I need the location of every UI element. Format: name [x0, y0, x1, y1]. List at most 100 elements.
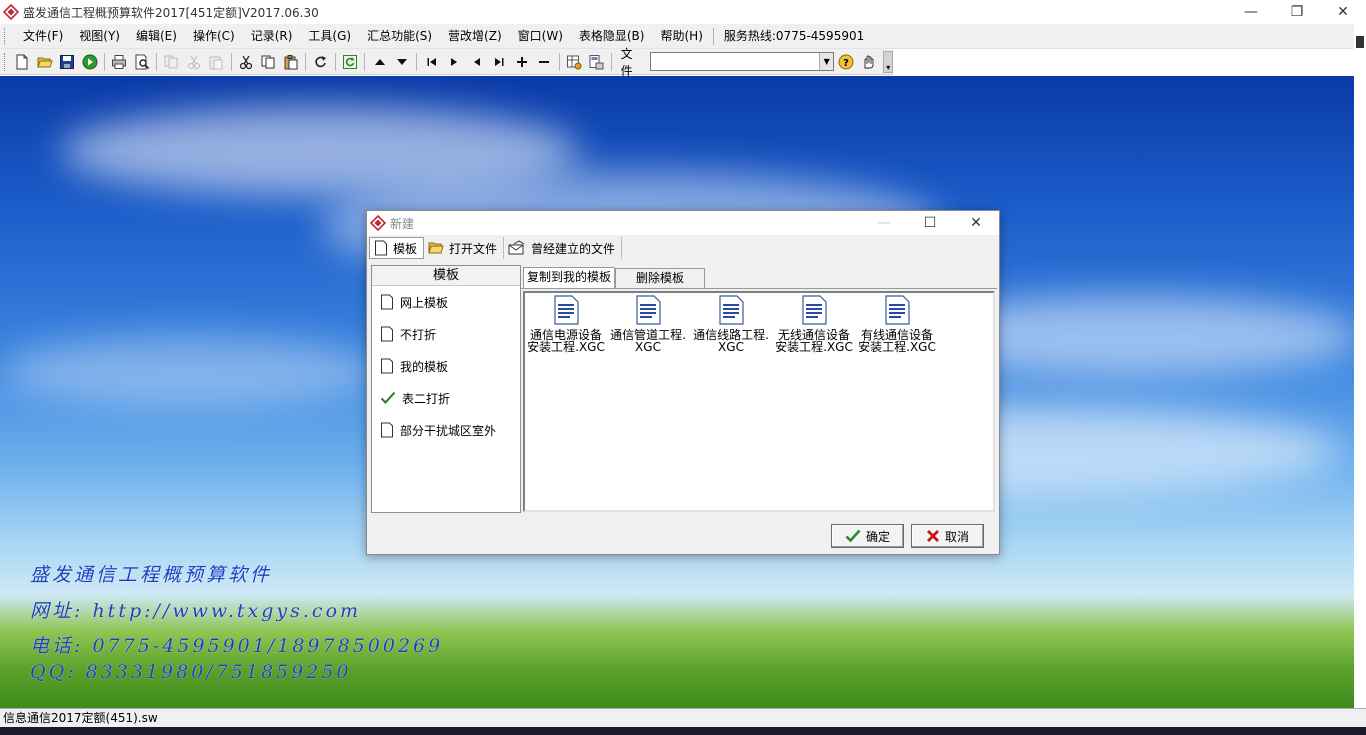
checkmark-icon: [845, 529, 861, 543]
cancel-button[interactable]: 取消: [911, 524, 984, 548]
toolbar-file-label: 文件: [620, 46, 633, 78]
toolbar-overflow-icon[interactable]: ▾: [883, 50, 894, 73]
toolbar-grip[interactable]: [4, 52, 7, 71]
taskbar-strip: [0, 727, 1366, 735]
new-dialog: 新建 — ☐ ✕ 模板 打开文件 曾经建立的文件 模板 网上模板 不打折 我的模…: [366, 210, 1000, 555]
menu-vat[interactable]: 营改增(Z): [440, 24, 510, 49]
help-icon[interactable]: ?: [834, 51, 857, 73]
move-down-icon[interactable]: [391, 51, 414, 73]
app-logo-icon: [370, 215, 386, 231]
category-table2-discount[interactable]: 表二打折: [372, 382, 520, 414]
menu-grip[interactable]: [4, 27, 7, 45]
prev-record-icon[interactable]: [465, 51, 488, 73]
delete-record-icon[interactable]: [533, 51, 556, 73]
category-no-discount[interactable]: 不打折: [372, 318, 520, 350]
next-record-icon[interactable]: [443, 51, 466, 73]
document-icon: [381, 358, 393, 374]
menu-record[interactable]: 记录(R): [243, 24, 301, 49]
menu-summary[interactable]: 汇总功能(S): [359, 24, 440, 49]
template-file-power-equipment[interactable]: 通信电源设备 安装工程.XGC: [525, 295, 607, 353]
menu-view[interactable]: 视图(Y): [71, 24, 128, 49]
promo-phone: 电话: 0775-4595901/18978500269: [30, 635, 444, 657]
document-template-icon: [554, 295, 579, 325]
envelope-icon: [508, 240, 525, 255]
copy-icon[interactable]: [257, 51, 280, 73]
add-record-icon[interactable]: [510, 51, 533, 73]
cut-disabled-icon[interactable]: [183, 51, 206, 73]
tab-recent-files[interactable]: 曾经建立的文件: [504, 237, 623, 259]
menu-operate[interactable]: 操作(C): [185, 24, 243, 49]
template-file-wired-equipment[interactable]: 有线通信设备 安装工程.XGC: [856, 295, 938, 353]
category-list-header: 模板: [372, 266, 520, 286]
refresh-icon[interactable]: [339, 51, 362, 73]
close-icon: [926, 530, 939, 542]
template-files-panel: 复制到我的模板 删除模板 通信电源设备 安装工程.XGC 通信管道工程. XGC…: [521, 265, 997, 513]
print-icon[interactable]: [108, 51, 131, 73]
category-urban-outdoor[interactable]: 部分干扰城区室外: [372, 414, 520, 446]
tab-open-file[interactable]: 打开文件: [424, 237, 505, 259]
hand-pointer-icon[interactable]: [857, 51, 880, 73]
promo-website: 网址: http://www.txgys.com: [30, 600, 362, 622]
menu-separator: [712, 27, 714, 45]
table-settings-icon[interactable]: [563, 51, 586, 73]
first-record-icon[interactable]: [420, 51, 443, 73]
copy-disabled-icon[interactable]: [160, 51, 183, 73]
chevron-down-icon[interactable]: ▼: [819, 53, 834, 70]
dialog-minimize-button: —: [877, 215, 891, 231]
status-bar: 信息通信2017定额(451).sw: [0, 708, 1366, 727]
save-icon[interactable]: [56, 51, 79, 73]
document-template-icon: [885, 295, 910, 325]
cut-icon[interactable]: [235, 51, 258, 73]
print-preview-icon[interactable]: [131, 51, 154, 73]
hotline-text: 服务热线:0775-4595901: [723, 28, 865, 43]
document-icon: [381, 294, 393, 310]
template-file-grid: 通信电源设备 安装工程.XGC 通信管道工程. XGC 通信线路工程. XGC …: [523, 291, 995, 512]
document-icon: [375, 240, 387, 256]
right-scroll-strip[interactable]: [1354, 24, 1366, 708]
paste-icon[interactable]: [280, 51, 303, 73]
category-online-templates[interactable]: 网上模板: [372, 286, 520, 318]
app-logo-icon: [3, 4, 19, 20]
svg-text:?: ?: [843, 58, 849, 69]
document-template-icon: [636, 295, 661, 325]
dialog-title-bar[interactable]: 新建 — ☐ ✕: [367, 211, 999, 235]
paste-disabled-icon[interactable]: [205, 51, 228, 73]
template-file-wireless-equipment[interactable]: 无线通信设备 安装工程.XGC: [773, 295, 855, 353]
folder-open-icon: [428, 242, 444, 254]
menu-file[interactable]: 文件(F): [15, 24, 71, 49]
file-combobox[interactable]: ▼: [650, 52, 835, 71]
toolbar: 文件 ▼ ? ▾: [0, 47, 894, 78]
ok-button[interactable]: 确定: [831, 524, 904, 548]
calculator-icon[interactable]: [585, 51, 608, 73]
menu-bar: 文件(F) 视图(Y) 编辑(E) 操作(C) 记录(R) 工具(G) 汇总功能…: [0, 24, 1366, 49]
dialog-close-button[interactable]: ✕: [953, 211, 999, 235]
template-action-tabs: 复制到我的模板 删除模板: [521, 265, 997, 289]
menu-tools[interactable]: 工具(G): [300, 24, 359, 49]
menu-window[interactable]: 窗口(W): [510, 24, 571, 49]
menu-edit[interactable]: 编辑(E): [128, 24, 185, 49]
template-category-list: 模板 网上模板 不打折 我的模板 表二打折 部分干扰城区室外: [371, 265, 521, 513]
undo-icon[interactable]: [309, 51, 332, 73]
dialog-title: 新建: [390, 216, 415, 231]
new-file-icon[interactable]: [11, 51, 34, 73]
copy-to-my-templates-button[interactable]: 复制到我的模板: [523, 267, 616, 288]
tab-templates[interactable]: 模板: [369, 237, 425, 259]
dialog-maximize-button[interactable]: ☐: [907, 211, 953, 235]
promo-qq: QQ: 83331980/751859250: [30, 661, 352, 683]
open-folder-icon[interactable]: [33, 51, 56, 73]
template-file-pipeline[interactable]: 通信管道工程. XGC: [607, 295, 689, 353]
title-bar: 盛发通信工程概预算软件2017[451定额]V2017.06.30 — ❐ ✕: [0, 0, 1366, 24]
category-my-templates[interactable]: 我的模板: [372, 350, 520, 382]
delete-template-button[interactable]: 删除模板: [615, 268, 706, 288]
last-record-icon[interactable]: [488, 51, 511, 73]
dialog-tabs: 模板 打开文件 曾经建立的文件: [367, 235, 999, 261]
minimize-button[interactable]: —: [1228, 0, 1274, 24]
menu-help[interactable]: 帮助(H): [652, 24, 710, 49]
move-up-icon[interactable]: [368, 51, 391, 73]
template-file-line[interactable]: 通信线路工程. XGC: [690, 295, 772, 353]
checkmark-icon: [380, 391, 396, 404]
close-button[interactable]: ✕: [1320, 0, 1366, 24]
document-icon: [381, 422, 393, 438]
go-icon[interactable]: [79, 51, 102, 73]
restore-button[interactable]: ❐: [1274, 0, 1320, 24]
